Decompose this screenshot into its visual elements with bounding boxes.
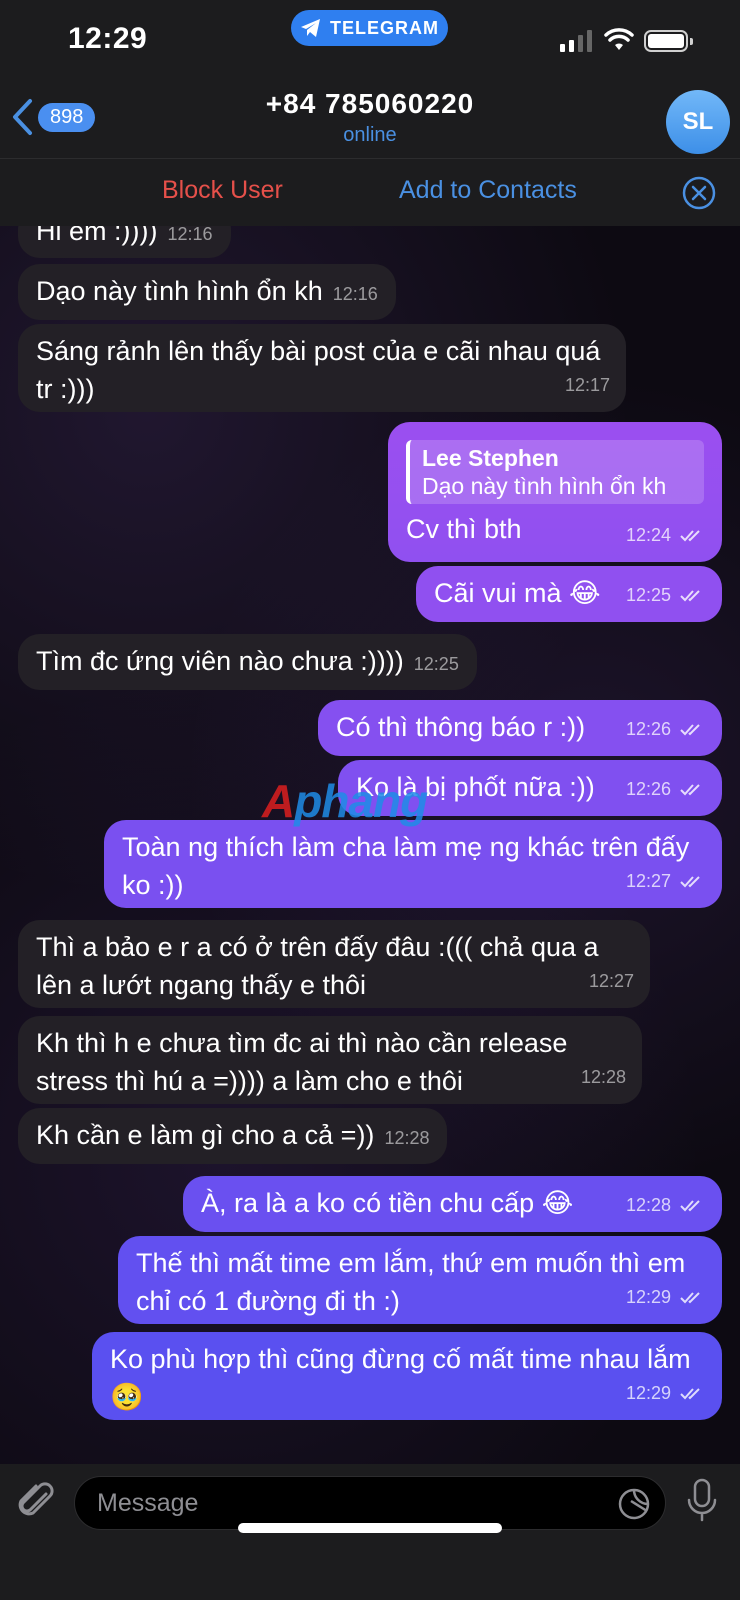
message-bubble-outgoing[interactable]: Lee Stephen Dạo này tình hình ổn kh Cv t…: [388, 422, 722, 562]
message-bubble-outgoing[interactable]: À, ra là a ko có tiền chu cấp 😂 12:28: [183, 1176, 722, 1232]
cellular-signal-icon: [560, 30, 592, 52]
chat-header: 898 +84 785060220 online SL: [0, 86, 740, 158]
battery-icon: [644, 30, 693, 52]
home-indicator[interactable]: [238, 1523, 502, 1533]
double-check-icon: [680, 876, 700, 888]
message-meta: 12:27: [626, 862, 706, 900]
message-meta: 12:24: [626, 516, 706, 554]
message-list[interactable]: Hi em :)))) 12:16 Dạo này tình hình ổn k…: [0, 226, 740, 1464]
message-meta: 12:28: [626, 1186, 706, 1224]
message-bubble-outgoing[interactable]: Thế thì mất time em lắm, thứ em muốn thì…: [118, 1236, 722, 1324]
message-bubble-incoming[interactable]: Tìm đc ứng viên nào chưa :)))) 12:25: [18, 634, 477, 690]
message-bubble-incoming[interactable]: Kh cần e làm gì cho a cả =)) 12:28: [18, 1108, 448, 1164]
status-bar: 12:29 TELEGRAM: [0, 0, 740, 86]
message-meta: 12:29: [626, 1278, 706, 1316]
message-meta: 12:26: [626, 710, 706, 748]
avatar[interactable]: SL: [666, 90, 730, 154]
chat-status: online: [343, 124, 397, 146]
telegram-pill[interactable]: TELEGRAM: [291, 10, 448, 46]
message-meta: 12:29: [626, 1374, 706, 1412]
clock: 12:29: [68, 22, 148, 55]
double-check-icon: [680, 1200, 700, 1212]
add-to-contacts-button[interactable]: Add to Contacts: [399, 176, 577, 205]
double-check-icon: [680, 590, 700, 602]
message-bubble-outgoing[interactable]: Có thì thông báo r :)) 12:26: [318, 700, 722, 756]
sticker-icon[interactable]: [617, 1487, 651, 1521]
contact-action-bar: Block User Add to Contacts: [0, 158, 740, 227]
message-bubble-outgoing[interactable]: Cãi vui mà 😂 12:25: [416, 566, 722, 622]
message-bubble-incoming[interactable]: Sáng rảnh lên thấy bài post của e cãi nh…: [18, 324, 626, 412]
message-meta: 12:26: [626, 770, 706, 808]
block-user-button[interactable]: Block User: [162, 176, 283, 205]
telegram-icon: [301, 19, 320, 37]
message-bubble-incoming[interactable]: Thì a bảo e r a có ở trên đấy đâu :((( c…: [18, 920, 650, 1008]
message-bubble-incoming[interactable]: Hi em :)))) 12:16: [18, 226, 231, 258]
double-check-icon: [680, 784, 700, 796]
message-input[interactable]: Message: [74, 1476, 666, 1530]
message-bubble-incoming[interactable]: Kh thì h e chưa tìm đc ai thì nào cần re…: [18, 1016, 642, 1104]
microphone-icon[interactable]: [684, 1478, 720, 1524]
message-meta: 12:25: [626, 576, 706, 614]
attach-icon[interactable]: [16, 1480, 56, 1524]
double-check-icon: [680, 1292, 700, 1304]
double-check-icon: [680, 1388, 700, 1400]
message-bubble-outgoing[interactable]: Ko phù hợp thì cũng đừng cố mất time nha…: [92, 1332, 722, 1420]
wifi-icon: [604, 28, 634, 50]
chat-title[interactable]: +84 785060220: [0, 88, 740, 120]
message-bubble-incoming[interactable]: Dạo này tình hình ổn kh 12:16: [18, 264, 396, 320]
message-bubble-outgoing[interactable]: Toàn ng thích làm cha làm mẹ ng khác trê…: [104, 820, 722, 908]
watermark-logo: Aphang: [262, 775, 428, 827]
telegram-pill-label: TELEGRAM: [330, 17, 439, 38]
reply-quote[interactable]: Lee Stephen Dạo này tình hình ổn kh: [406, 440, 704, 504]
double-check-icon: [680, 724, 700, 736]
double-check-icon: [680, 530, 700, 542]
close-icon[interactable]: [681, 175, 717, 211]
